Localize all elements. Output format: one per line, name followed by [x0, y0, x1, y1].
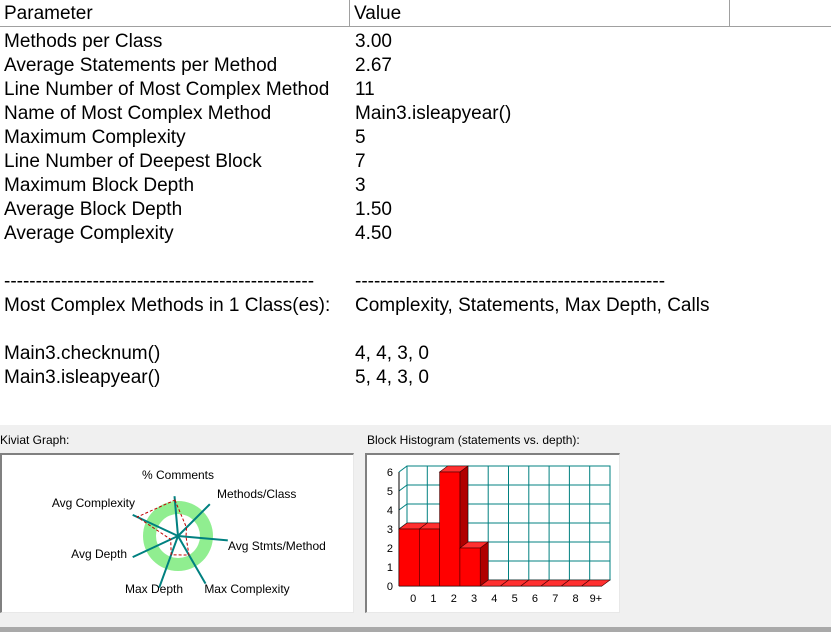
row-parameter: Line Number of Deepest Block: [4, 151, 262, 172]
histogram-bar: [398, 528, 420, 587]
histogram-x-tick-label: 7: [552, 593, 558, 605]
row-parameter: Methods per Class: [4, 31, 163, 52]
table-row[interactable]: Maximum Block Depth 3: [0, 175, 831, 199]
table-row[interactable]: [0, 247, 831, 271]
kiviat-axis-label: % Comments: [142, 468, 214, 482]
table-rows: Methods per Class 3.00 Average Statements …: [0, 31, 831, 391]
row-value: 3.00: [355, 31, 392, 52]
table-row[interactable]: Maximum Complexity 5: [0, 127, 831, 151]
histogram-bar: [459, 547, 481, 587]
row-parameter: Most Complex Methods in 1 Class(es):: [4, 295, 331, 316]
row-parameter: Maximum Complexity: [4, 127, 186, 148]
histogram-y-tick-label: 3: [387, 524, 393, 536]
row-parameter: Maximum Block Depth: [4, 175, 195, 196]
histogram-x-tick-label: 8: [572, 593, 578, 605]
kiviat-axis-label: Avg Stmts/Method: [228, 539, 326, 553]
row-parameter: Main3.isleapyear(): [4, 367, 161, 388]
kiviat-axis-label: Avg Complexity: [52, 496, 135, 510]
row-parameter: Average Statements per Method: [4, 55, 278, 76]
histogram-floor-line: [398, 503, 408, 511]
row-value: 5, 4, 3, 0: [355, 367, 429, 388]
histogram-y-tick-label: 1: [387, 562, 393, 574]
table-row[interactable]: Average Statements per Method 2.67: [0, 55, 831, 79]
histogram-x-tick-label: 6: [532, 593, 538, 605]
row-value: Main3.isleapyear(): [355, 103, 512, 124]
row-parameter: Average Block Depth: [4, 199, 183, 220]
histogram-y-tick-label: 4: [387, 505, 393, 517]
histogram-floor-line: [398, 484, 408, 492]
block-histogram-panel: 0 1 2 3 4 5 6 0 1 2 3 4 5 6 7 8 9+: [365, 453, 620, 613]
table-row[interactable]: Line Number of Deepest Block 7: [0, 151, 831, 175]
histogram-y-tick-label: 2: [387, 543, 393, 555]
block-histogram-label: Block Histogram (statements vs. depth):: [367, 433, 580, 447]
row-value: Complexity, Statements, Max Depth, Calls: [355, 295, 710, 316]
histogram-floor-line: [398, 465, 408, 473]
table-row[interactable]: ----------------------------------------…: [0, 271, 831, 295]
kiviat-axis-label: Methods/Class: [217, 487, 296, 501]
row-value: 1.50: [355, 199, 392, 220]
table-row[interactable]: Main3.isleapyear() 5, 4, 3, 0: [0, 367, 831, 391]
row-parameter: Average Complexity: [4, 223, 174, 244]
row-value: 7: [355, 151, 366, 172]
histogram-y-tick-label: 6: [387, 467, 393, 479]
status-bar: [0, 627, 831, 632]
histogram-y-tick-label: 5: [387, 486, 393, 498]
row-parameter: Name of Most Complex Method: [4, 103, 272, 124]
row-value: 4, 4, 3, 0: [355, 343, 429, 364]
table-row[interactable]: [0, 319, 831, 343]
histogram-y-tick-label: 0: [387, 581, 393, 593]
histogram-x-tick-label: 0: [410, 593, 416, 605]
table-row[interactable]: Most Complex Methods in 1 Class(es): Comp…: [0, 295, 831, 319]
histogram-x-tick-label: 5: [512, 593, 518, 605]
histogram-x-tick-label: 3: [471, 593, 477, 605]
table-row[interactable]: Average Complexity 4.50: [0, 223, 831, 247]
histogram-x-tick-label: 2: [451, 593, 457, 605]
histogram-x-tick-label: 9+: [590, 593, 603, 605]
kiviat-graph-panel: % Comments Methods/Class Avg Stmts/Method M…: [0, 453, 354, 613]
row-parameter: ----------------------------------------…: [4, 271, 315, 292]
kiviat-graph-label: Kiviat Graph:: [0, 433, 70, 447]
histogram-bar: [439, 471, 461, 587]
row-value: 5: [355, 127, 366, 148]
histogram-x-tick-label: 4: [491, 593, 497, 605]
row-value: ----------------------------------------…: [355, 271, 666, 292]
table-row[interactable]: Main3.checknum() 4, 4, 3, 0: [0, 343, 831, 367]
row-value: 3: [355, 175, 366, 196]
table-row[interactable]: Methods per Class 3.00: [0, 31, 831, 55]
row-parameter: Main3.checknum(): [4, 343, 161, 364]
row-parameter: Line Number of Most Complex Method: [4, 79, 330, 100]
table-row[interactable]: Name of Most Complex Method Main3.isleapy…: [0, 103, 831, 127]
column-header-empty[interactable]: [730, 0, 831, 26]
kiviat-axis-label: Max Depth: [125, 582, 183, 596]
histogram-bar-side: [479, 541, 489, 587]
histogram-bar: [418, 528, 440, 587]
kiviat-axis-label: Max Complexity: [204, 582, 289, 596]
histogram-x-tick-label: 1: [430, 593, 436, 605]
row-value: 4.50: [355, 223, 392, 244]
kiviat-axis-label: Avg Depth: [71, 547, 127, 561]
column-header-parameter[interactable]: Parameter: [0, 0, 350, 26]
column-header-value[interactable]: Value: [350, 0, 730, 26]
row-value: 11: [355, 79, 375, 100]
table-header: Parameter Value: [0, 0, 831, 27]
table-row[interactable]: Average Block Depth 1.50: [0, 199, 831, 223]
metrics-table: Parameter Value Methods per Class 3.00 Ave…: [0, 0, 831, 425]
row-value: 2.67: [355, 55, 392, 76]
kiviat-graph: % CommentsMethods/Class Avg Stmts/Method M…: [52, 468, 326, 596]
table-row[interactable]: Line Number of Most Complex Method 11: [0, 79, 831, 103]
block-histogram: 0 1 2 3 4 5 6 0 1 2 3 4 5 6 7 8 9+: [387, 465, 611, 605]
